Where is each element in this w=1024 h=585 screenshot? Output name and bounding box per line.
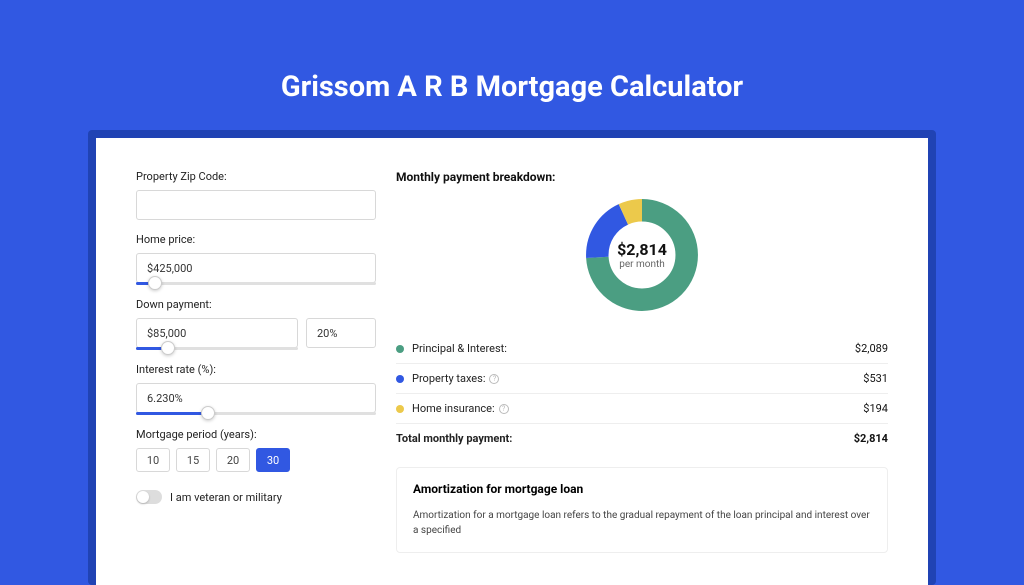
zip-label: Property Zip Code: [136,170,376,183]
down-field-group: Down payment: [136,298,376,363]
down-label: Down payment: [136,298,376,311]
amortization-card: Amortization for mortgage loan Amortizat… [396,467,888,553]
down-input[interactable] [136,318,298,348]
donut-value: $2,814 [617,240,667,259]
toggle-knob [137,491,149,503]
rate-field: Interest rate (%): [136,363,376,415]
form-column: Property Zip Code: Home price: Down paym… [136,170,376,553]
total-label: Total monthly payment: [396,432,854,445]
zip-input[interactable] [136,190,376,220]
period-field: Mortgage period (years): 10152030 [136,428,376,472]
rate-slider-thumb[interactable] [201,406,215,420]
legend-value: $531 [863,372,888,385]
legend-value: $194 [863,402,888,415]
donut-chart-wrap: $2,814 per month [396,196,888,314]
price-slider[interactable] [136,282,376,285]
legend-row: Property taxes:?$531 [396,363,888,393]
down-slider[interactable] [136,347,298,350]
info-icon[interactable]: ? [489,374,499,384]
total-value: $2,814 [854,432,888,445]
period-label: Mortgage period (years): [136,428,376,441]
amortization-title: Amortization for mortgage loan [413,482,871,496]
legend-label: Home insurance:? [412,402,863,415]
calculator-shadow: Property Zip Code: Home price: Down paym… [88,130,936,585]
total-row: Total monthly payment: $2,814 [396,423,888,453]
legend-dot [396,375,404,383]
rate-input[interactable] [136,383,376,413]
zip-field: Property Zip Code: [136,170,376,220]
legend-dot [396,405,404,413]
veteran-toggle-row: I am veteran or military [136,490,376,504]
donut-sublabel: per month [619,259,665,270]
period-btn-20[interactable]: 20 [216,448,250,472]
calculator-card: Property Zip Code: Home price: Down paym… [96,138,928,585]
price-label: Home price: [136,233,376,246]
legend-label: Property taxes:? [412,372,863,385]
legend-value: $2,089 [855,342,888,355]
breakdown-title: Monthly payment breakdown: [396,170,888,184]
rate-label: Interest rate (%): [136,363,376,376]
legend-row: Principal & Interest:$2,089 [396,334,888,363]
page-title: Grissom A R B Mortgage Calculator [0,0,1024,130]
veteran-label: I am veteran or military [170,491,282,504]
breakdown-column: Monthly payment breakdown: $2,814 per mo… [396,170,888,553]
period-btn-10[interactable]: 10 [136,448,170,472]
info-icon[interactable]: ? [499,404,509,414]
down-slider-thumb[interactable] [161,341,175,355]
price-input[interactable] [136,253,376,283]
legend-label: Principal & Interest: [412,342,855,355]
price-field: Home price: [136,233,376,285]
legend-dot [396,345,404,353]
legend-row: Home insurance:?$194 [396,393,888,423]
donut-chart: $2,814 per month [583,196,701,314]
price-slider-thumb[interactable] [148,276,162,290]
amortization-text: Amortization for a mortgage loan refers … [413,508,871,538]
period-btn-15[interactable]: 15 [176,448,210,472]
rate-slider[interactable] [136,412,376,415]
veteran-toggle[interactable] [136,490,162,504]
period-btn-30[interactable]: 30 [256,448,290,472]
down-pct-input[interactable] [306,318,376,348]
